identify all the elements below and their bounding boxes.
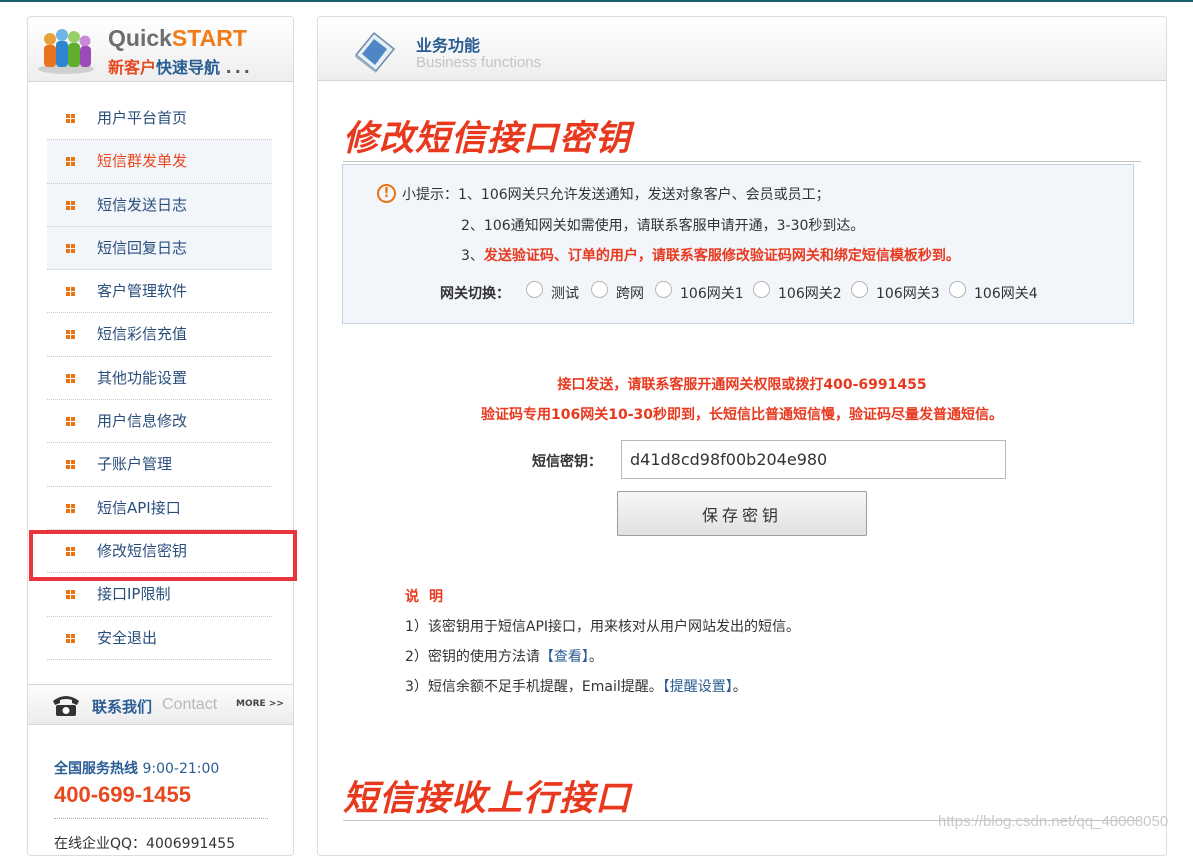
nav-label: 短信群发单发	[97, 152, 188, 171]
hotline-row: 全国服务热线 9:00-21:00	[54, 761, 220, 777]
contact-title: 联系我们	[92, 698, 153, 716]
notice-verification: 验证码专用106网关10-30秒即到，长短信比普通短信慢，验证码尽量发普通短信。	[481, 407, 1003, 423]
sms-key-input[interactable]	[621, 440, 1006, 479]
main-header: 业务功能 Business functions	[318, 17, 1166, 81]
nav-item-reply-log[interactable]: 短信回复日志	[47, 226, 272, 271]
bullet-icon	[66, 200, 75, 210]
radio-gateway-2[interactable]	[753, 281, 770, 298]
radio-test[interactable]	[526, 281, 543, 298]
sidebar: QuickSTART 新客户快速导航 ... 用户平台首页 短信群发单发 短信发…	[27, 16, 294, 856]
nav-label: 短信彩信充值	[97, 325, 188, 344]
radio-label: 106网关1	[680, 286, 744, 302]
quickstart-header: QuickSTART 新客户快速导航 ...	[28, 17, 293, 82]
qq-contact: 在线企业QQ：4006991455	[54, 836, 236, 852]
nav-item-recharge[interactable]: 短信彩信充值	[47, 313, 272, 357]
more-link[interactable]: MORE >>	[236, 699, 284, 709]
contact-header: 联系我们 Contact MORE >>	[28, 684, 293, 725]
top-border	[0, 0, 1193, 2]
nav-label: 用户平台首页	[97, 109, 188, 127]
contact-title-en: Contact	[162, 696, 218, 713]
bullet-icon	[66, 373, 75, 383]
description-line-1: 1）该密钥用于短信API接口，用来核对从用户网站发出的短信。	[405, 619, 801, 635]
highlight-annotation	[29, 530, 297, 581]
section-divider	[343, 161, 1141, 162]
nav-label: 客户管理软件	[97, 282, 188, 301]
warning-icon: !	[377, 184, 396, 203]
nav-item-user-info[interactable]: 用户信息修改	[47, 400, 272, 444]
reminder-settings-link[interactable]: 【提醒设置】	[663, 679, 733, 695]
bullet-icon	[66, 590, 75, 600]
nav-label: 短信发送日志	[97, 195, 188, 214]
quickstart-subtitle: 新客户快速导航 ...	[108, 58, 253, 77]
nav-item-logout[interactable]: 安全退出	[47, 617, 272, 660]
nav-label: 短信API接口	[97, 498, 181, 517]
tip-line-3: 3、发送验证码、订单的用户，请联系客服修改验证码网关和绑定短信模板秒到。	[461, 248, 960, 264]
bullet-icon	[66, 460, 75, 470]
main-panel: 业务功能 Business functions 修改短信接口密钥 ! 小提示：1…	[317, 16, 1167, 856]
notice-interface: 接口发送，请联系客服开通网关权限或拨打400-6991455	[557, 377, 927, 393]
bullet-icon	[66, 417, 75, 427]
tips-box: ! 小提示：1、106网关只允许发送通知，发送对象客户、会员或员工； 2、106…	[342, 164, 1134, 324]
bullet-icon	[66, 503, 75, 513]
nav-label: 其他功能设置	[97, 368, 188, 387]
description-line-2: 2）密钥的使用方法请【查看】。	[405, 649, 603, 665]
nav-label: 用户信息修改	[97, 412, 188, 431]
radio-cross-network[interactable]	[591, 281, 608, 298]
bullet-icon	[66, 287, 75, 297]
nav-label: 子账户管理	[97, 455, 173, 474]
nav-item-home[interactable]: 用户平台首页	[47, 97, 272, 141]
divider	[54, 818, 268, 819]
tip-line-2: 2、106通知网关如需使用，请联系客服申请开通，3-30秒到达。	[461, 218, 865, 234]
people-icon	[38, 29, 94, 74]
telephone-icon	[53, 696, 79, 716]
bullet-icon	[66, 633, 75, 643]
bullet-icon	[66, 330, 75, 340]
quickstart-brand: QuickSTART	[108, 25, 247, 51]
section-title-uplink: 短信接收上行接口	[343, 779, 632, 819]
tip-line-1: 小提示：1、106网关只允许发送通知，发送对象客户、会员或员工；	[402, 187, 830, 203]
bullet-icon	[66, 243, 75, 253]
description-line-3: 3）短信余额不足手机提醒，Email提醒。【提醒设置】。	[405, 679, 747, 695]
view-link[interactable]: 【查看】	[540, 649, 589, 665]
radio-label: 106网关3	[876, 286, 940, 302]
nav-item-crm[interactable]: 客户管理软件	[47, 270, 272, 314]
section-title-change-key: 修改短信接口密钥	[343, 119, 632, 159]
nav-item-other-settings[interactable]: 其他功能设置	[47, 357, 272, 401]
gateway-label: 网关切换：	[440, 286, 510, 302]
hotline-number: 400-699-1455	[54, 782, 192, 807]
nav-label: 安全退出	[97, 628, 158, 647]
bullet-icon	[66, 157, 75, 167]
save-key-button[interactable]: 保存密钥	[617, 491, 867, 536]
radio-label: 106网关2	[778, 286, 842, 302]
nav-item-sms-api[interactable]: 短信API接口	[47, 487, 272, 530]
description-title: 说明	[405, 589, 453, 605]
radio-gateway-4[interactable]	[949, 281, 966, 298]
bullet-icon	[66, 114, 75, 123]
nav-label: 短信回复日志	[97, 238, 188, 257]
radio-label: 测试	[551, 286, 579, 302]
laptop-icon	[354, 31, 396, 73]
key-label: 短信密钥：	[532, 454, 602, 470]
nav-item-send-log[interactable]: 短信发送日志	[47, 183, 272, 227]
radio-gateway-1[interactable]	[655, 281, 672, 298]
radio-gateway-3[interactable]	[851, 281, 868, 298]
nav-item-sub-accounts[interactable]: 子账户管理	[47, 443, 272, 487]
nav-item-sms-send[interactable]: 短信群发单发	[47, 140, 272, 184]
header-subtitle: Business functions	[416, 54, 542, 71]
watermark: https://blog.csdn.net/qq_48008050	[938, 813, 1169, 830]
radio-label: 跨网	[616, 286, 644, 302]
header-title: 业务功能	[416, 36, 481, 55]
radio-label: 106网关4	[974, 286, 1038, 302]
